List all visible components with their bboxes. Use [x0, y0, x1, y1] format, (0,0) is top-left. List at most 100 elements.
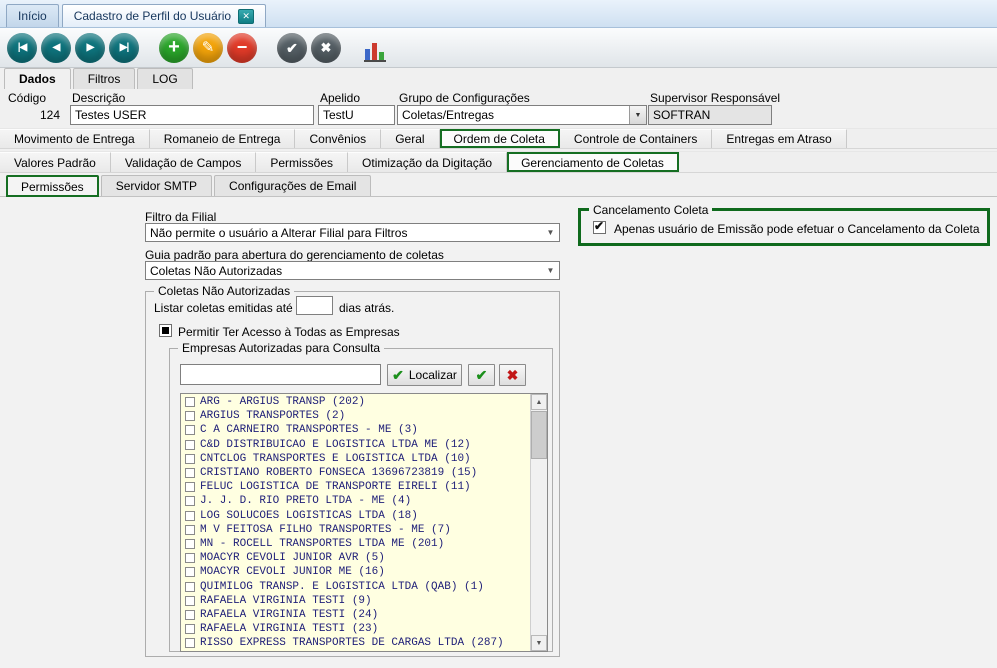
- section-tab[interactable]: Geral: [381, 129, 439, 148]
- empresa-row[interactable]: CRISTIANO ROBERTO FONSECA 13696723819 (1…: [182, 466, 530, 480]
- vertical-scrollbar[interactable]: ▲ ▼: [530, 394, 547, 651]
- empresa-row[interactable]: ARGIUS TRANSPORTES (2): [182, 409, 530, 423]
- inner-tab[interactable]: Configurações de Email: [214, 175, 371, 196]
- check-icon: ✔: [476, 368, 488, 382]
- empresa-checkbox[interactable]: [185, 567, 195, 577]
- toolbar-button-icon: ◀: [53, 43, 60, 53]
- empresa-checkbox[interactable]: [185, 539, 195, 549]
- empresa-checkbox[interactable]: [185, 411, 195, 421]
- inner-tab[interactable]: Permissões: [6, 175, 99, 197]
- section-tab[interactable]: Romaneio de Entrega: [150, 129, 296, 148]
- close-tab-icon[interactable]: ✕: [238, 9, 254, 24]
- supervisor-input[interactable]: [648, 105, 772, 125]
- empresa-row[interactable]: C&D DISTRIBUICAO E LOGISTICA LTDA ME (12…: [182, 438, 530, 452]
- localizar-button[interactable]: ✔ Localizar: [387, 364, 462, 386]
- combo-arrow-icon[interactable]: ▼: [629, 106, 646, 124]
- section-tab[interactable]: Entregas em Atraso: [712, 129, 846, 148]
- empresa-checkbox[interactable]: [185, 624, 195, 634]
- main-tab[interactable]: Filtros: [73, 68, 136, 89]
- empresa-checkbox[interactable]: [185, 482, 195, 492]
- guia-padrao-value: Coletas Não Autorizadas: [146, 264, 542, 278]
- empresa-row[interactable]: FELUC LOGISTICA DE TRANSPORTE EIRELI (11…: [182, 480, 530, 494]
- empresa-checkbox[interactable]: [185, 596, 195, 606]
- nav-first-button[interactable]: |◀: [7, 33, 37, 63]
- empresas-list[interactable]: ARG - ARGIUS TRANSP (202) ARGIUS TRANSPO…: [182, 395, 530, 650]
- empresa-row[interactable]: LOG SOLUCOES LOGISTICAS LTDA (18): [182, 509, 530, 523]
- toolbar-button-icon: ▶|: [120, 43, 129, 53]
- empresa-search-input[interactable]: [180, 364, 381, 385]
- permitir-acesso-checkbox[interactable]: [159, 324, 172, 337]
- window-tab-cadastro-perfil[interactable]: Cadastro de Perfil do Usuário ✕: [62, 4, 266, 27]
- empresa-row[interactable]: M V FEITOSA FILHO TRANSPORTES - ME (7): [182, 523, 530, 537]
- nav-next-button[interactable]: ▶: [75, 33, 105, 63]
- empresa-row[interactable]: QUIMILOG TRANSP. E LOGISTICA LTDA (QAB) …: [182, 579, 530, 593]
- cancel-button[interactable]: ✖: [311, 33, 341, 63]
- section-tab-label: Movimento de Entrega: [14, 132, 135, 146]
- window-tab-label: Início: [18, 9, 47, 23]
- empresa-row[interactable]: MN - ROCELL TRANSPORTES LTDA ME (201): [182, 537, 530, 551]
- empresa-checkbox[interactable]: [185, 425, 195, 435]
- subsection-tab[interactable]: Valores Padrão: [0, 152, 111, 172]
- empresa-row[interactable]: RAFAELA VIRGINIA TESTI (9): [182, 594, 530, 608]
- apelido-label: Apelido: [320, 91, 360, 105]
- check-icon: ✔: [594, 220, 604, 233]
- subsection-tab[interactable]: Permissões: [256, 152, 348, 172]
- apelido-input[interactable]: [318, 105, 395, 125]
- empresa-checkbox[interactable]: [185, 610, 195, 620]
- combo-arrow-icon[interactable]: ▼: [542, 224, 559, 241]
- section-tab[interactable]: Movimento de Entrega: [0, 129, 150, 148]
- group-title: Cancelamento Coleta: [589, 203, 712, 217]
- edit-button[interactable]: ✎: [193, 33, 223, 63]
- inner-tab[interactable]: Servidor SMTP: [101, 175, 212, 196]
- window-tab-inicio[interactable]: Início: [6, 4, 59, 27]
- section-tab[interactable]: Ordem de Coleta: [440, 129, 560, 148]
- delete-button[interactable]: −: [227, 33, 257, 63]
- subsection-tab[interactable]: Otimização da Digitação: [348, 152, 507, 172]
- select-all-button[interactable]: ✔: [468, 364, 495, 386]
- empresa-checkbox[interactable]: [185, 525, 195, 535]
- add-button[interactable]: +: [159, 33, 189, 63]
- subsection-tab[interactable]: Validação de Campos: [111, 152, 257, 172]
- guia-padrao-combobox[interactable]: Coletas Não Autorizadas ▼: [145, 261, 560, 280]
- combo-arrow-icon[interactable]: ▼: [542, 262, 559, 279]
- main-tab[interactable]: LOG: [137, 68, 192, 89]
- empresa-row[interactable]: ARG - ARGIUS TRANSP (202): [182, 395, 530, 409]
- dias-atras-input[interactable]: [296, 296, 333, 315]
- scroll-up-icon[interactable]: ▲: [531, 394, 547, 410]
- empresa-row[interactable]: MOACYR CEVOLI JUNIOR AVR (5): [182, 551, 530, 565]
- empresa-row[interactable]: RAFAELA VIRGINIA TESTI (23): [182, 622, 530, 636]
- empresa-checkbox[interactable]: [185, 511, 195, 521]
- nav-last-button[interactable]: ▶|: [109, 33, 139, 63]
- empresa-row[interactable]: RISSO EXPRESS TRANSPORTES DE CARGAS LTDA…: [182, 636, 530, 650]
- empresa-checkbox[interactable]: [185, 468, 195, 478]
- empresa-name: C&D DISTRIBUICAO E LOGISTICA LTDA ME (12…: [200, 439, 471, 451]
- section-tab[interactable]: Convênios: [295, 129, 381, 148]
- section-tab[interactable]: Controle de Containers: [560, 129, 712, 148]
- filtro-filial-combobox[interactable]: Não permite o usuário a Alterar Filial p…: [145, 223, 560, 242]
- empresa-checkbox[interactable]: [185, 553, 195, 563]
- empresa-checkbox[interactable]: [185, 496, 195, 506]
- subsection-tab[interactable]: Gerenciamento de Coletas: [507, 152, 679, 172]
- empresa-row[interactable]: CNTCLOG TRANSPORTES E LOGISTICA LTDA (10…: [182, 452, 530, 466]
- cancelamento-checkbox[interactable]: ✔: [593, 221, 606, 234]
- nav-prev-button[interactable]: ◀: [41, 33, 71, 63]
- empresa-checkbox[interactable]: [185, 638, 195, 648]
- chart-button[interactable]: [361, 34, 389, 62]
- clear-selection-button[interactable]: ✖: [499, 364, 526, 386]
- record-form: Código 124 Descrição Apelido Grupo de Co…: [0, 89, 997, 128]
- toolbar-button-icon: −: [237, 38, 248, 56]
- empresa-row[interactable]: C A CARNEIRO TRANSPORTES - ME (3): [182, 423, 530, 437]
- empresa-checkbox[interactable]: [185, 454, 195, 464]
- empresa-checkbox[interactable]: [185, 582, 195, 592]
- confirm-button[interactable]: ✔: [277, 33, 307, 63]
- empresa-checkbox[interactable]: [185, 440, 195, 450]
- descricao-input[interactable]: [70, 105, 314, 125]
- empresa-checkbox[interactable]: [185, 397, 195, 407]
- scrollbar-thumb[interactable]: [531, 411, 547, 459]
- empresa-row[interactable]: MOACYR CEVOLI JUNIOR ME (16): [182, 565, 530, 579]
- empresa-row[interactable]: J. J. D. RIO PRETO LTDA - ME (4): [182, 494, 530, 508]
- main-tab[interactable]: Dados: [4, 68, 71, 89]
- grupo-configuracoes-combobox[interactable]: Coletas/Entregas ▼: [397, 105, 647, 125]
- empresa-row[interactable]: RAFAELA VIRGINIA TESTI (24): [182, 608, 530, 622]
- scroll-down-icon[interactable]: ▼: [531, 635, 547, 651]
